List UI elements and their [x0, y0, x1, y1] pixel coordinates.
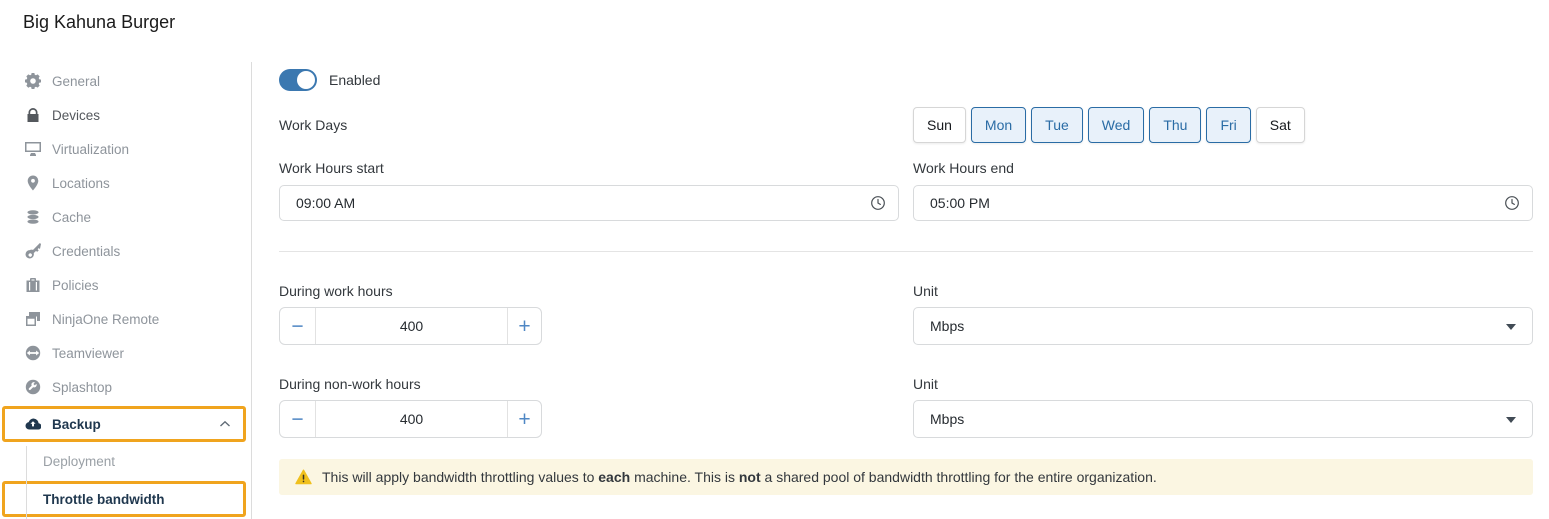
decrement-button[interactable]: −	[280, 308, 315, 344]
throttle-bandwidth-panel: Enabled Work Days Sun Mon Tue Wed Thu Fr…	[252, 62, 1549, 519]
sidebar-item-ninjaone-remote[interactable]: NinjaOne Remote	[0, 302, 251, 336]
sidebar-item-label: Throttle bandwidth	[43, 492, 164, 507]
work-hours-row: Work Hours start Work Hours end	[279, 160, 1533, 221]
sidebar-item-locations[interactable]: Locations	[0, 166, 251, 200]
sidebar-item-label: Virtualization	[52, 142, 129, 157]
sidebar-item-label: Policies	[52, 278, 99, 293]
work-hours-end-input[interactable]	[913, 185, 1533, 221]
during-non-work-hours-stepper: − 400 +	[279, 400, 542, 438]
unit-select-work[interactable]: Mbps	[913, 307, 1533, 345]
enabled-label: Enabled	[329, 72, 380, 88]
increment-button[interactable]: +	[508, 308, 541, 344]
sidebar-item-label: Devices	[52, 108, 100, 123]
work-days-row: Work Days Sun Mon Tue Wed Thu Fri Sat	[279, 107, 1533, 143]
caret-down-icon	[1506, 324, 1516, 330]
toggle-knob	[297, 71, 315, 89]
day-button-mon[interactable]: Mon	[971, 107, 1026, 143]
sidebar-item-label: NinjaOne Remote	[52, 312, 159, 327]
during-non-work-hours-label: During non-work hours	[279, 376, 899, 392]
sidebar-item-policies[interactable]: Policies	[0, 268, 251, 302]
during-work-hours-stepper: − 400 +	[279, 307, 542, 345]
increment-button[interactable]: +	[508, 401, 541, 437]
sidebar-item-deployment[interactable]: Deployment	[0, 444, 251, 478]
day-button-sat[interactable]: Sat	[1256, 107, 1305, 143]
during-work-hours-value[interactable]: 400	[315, 308, 508, 344]
during-work-hours-label: During work hours	[279, 283, 899, 299]
day-button-fri[interactable]: Fri	[1206, 107, 1250, 143]
sidebar-item-splashtop[interactable]: Splashtop	[0, 370, 251, 404]
sidebar-item-throttle-bandwidth[interactable]: Throttle bandwidth	[5, 484, 243, 514]
work-hours-bandwidth-row: During work hours − 400 + Unit Mbps	[279, 283, 1533, 345]
work-hours-start-label: Work Hours start	[279, 160, 899, 176]
sidebar-item-general[interactable]: General	[0, 64, 251, 98]
briefcase-icon	[25, 277, 41, 293]
splashtop-icon	[25, 379, 41, 395]
work-hours-end-label: Work Hours end	[913, 160, 1533, 176]
map-pin-icon	[25, 175, 41, 191]
caret-down-icon	[1506, 417, 1516, 423]
unit-select-non-work[interactable]: Mbps	[913, 400, 1533, 438]
unit-select-value: Mbps	[930, 318, 964, 334]
day-button-wed[interactable]: Wed	[1088, 107, 1145, 143]
sidebar-item-label: Credentials	[52, 244, 120, 259]
decrement-button[interactable]: −	[280, 401, 315, 437]
day-button-thu[interactable]: Thu	[1149, 107, 1201, 143]
unit-select-value: Mbps	[930, 411, 964, 427]
sidebar-item-virtualization[interactable]: Virtualization	[0, 132, 251, 166]
sidebar-item-label: Backup	[52, 417, 101, 432]
cloud-upload-icon	[25, 416, 41, 432]
gear-icon	[25, 73, 41, 89]
unit-label: Unit	[913, 283, 1533, 299]
during-non-work-hours-value[interactable]: 400	[315, 401, 508, 437]
sidebar-item-label: Locations	[52, 176, 110, 191]
throttle-highlight-box: Throttle bandwidth	[2, 481, 246, 517]
enabled-toggle-row: Enabled	[279, 69, 1533, 91]
work-days-label: Work Days	[279, 117, 899, 133]
database-icon	[25, 209, 41, 225]
sidebar-item-label: Splashtop	[52, 380, 112, 395]
day-button-sun[interactable]: Sun	[913, 107, 966, 143]
warning-icon	[295, 469, 312, 485]
non-work-hours-bandwidth-row: During non-work hours − 400 + Unit Mbps	[279, 376, 1533, 438]
backup-sub-list: Deployment Throttle bandwidth	[0, 444, 251, 517]
sidebar-item-credentials[interactable]: Credentials	[0, 234, 251, 268]
sidebar-item-cache[interactable]: Cache	[0, 200, 251, 234]
windows-stack-icon	[25, 311, 41, 327]
sidebar-item-label: Deployment	[43, 454, 115, 469]
page-title: Big Kahuna Burger	[0, 0, 1549, 34]
layout: General Devices Virtualization Locations…	[0, 62, 1549, 519]
enabled-toggle[interactable]	[279, 69, 317, 91]
sidebar-item-devices[interactable]: Devices	[0, 98, 251, 132]
lock-icon	[25, 107, 41, 123]
unit-label: Unit	[913, 376, 1533, 392]
section-divider	[279, 251, 1533, 252]
backup-highlight-box: Backup	[2, 406, 246, 442]
work-hours-start-input[interactable]	[279, 185, 899, 221]
work-days-group: Sun Mon Tue Wed Thu Fri Sat	[913, 107, 1533, 143]
monitor-icon	[25, 141, 41, 157]
key-icon	[25, 243, 41, 259]
sidebar-item-backup[interactable]: Backup	[5, 409, 243, 439]
chevron-up-icon	[219, 420, 231, 428]
sidebar-item-teamviewer[interactable]: Teamviewer	[0, 336, 251, 370]
sidebar-item-label: Cache	[52, 210, 91, 225]
day-button-tue[interactable]: Tue	[1031, 107, 1083, 143]
teamviewer-icon	[25, 345, 41, 361]
bandwidth-warning-banner: This will apply bandwidth throttling val…	[279, 459, 1533, 495]
sidebar-item-label: Teamviewer	[52, 346, 124, 361]
settings-sidebar: General Devices Virtualization Locations…	[0, 62, 252, 519]
sidebar-item-label: General	[52, 74, 100, 89]
warning-text: This will apply bandwidth throttling val…	[322, 469, 1157, 485]
